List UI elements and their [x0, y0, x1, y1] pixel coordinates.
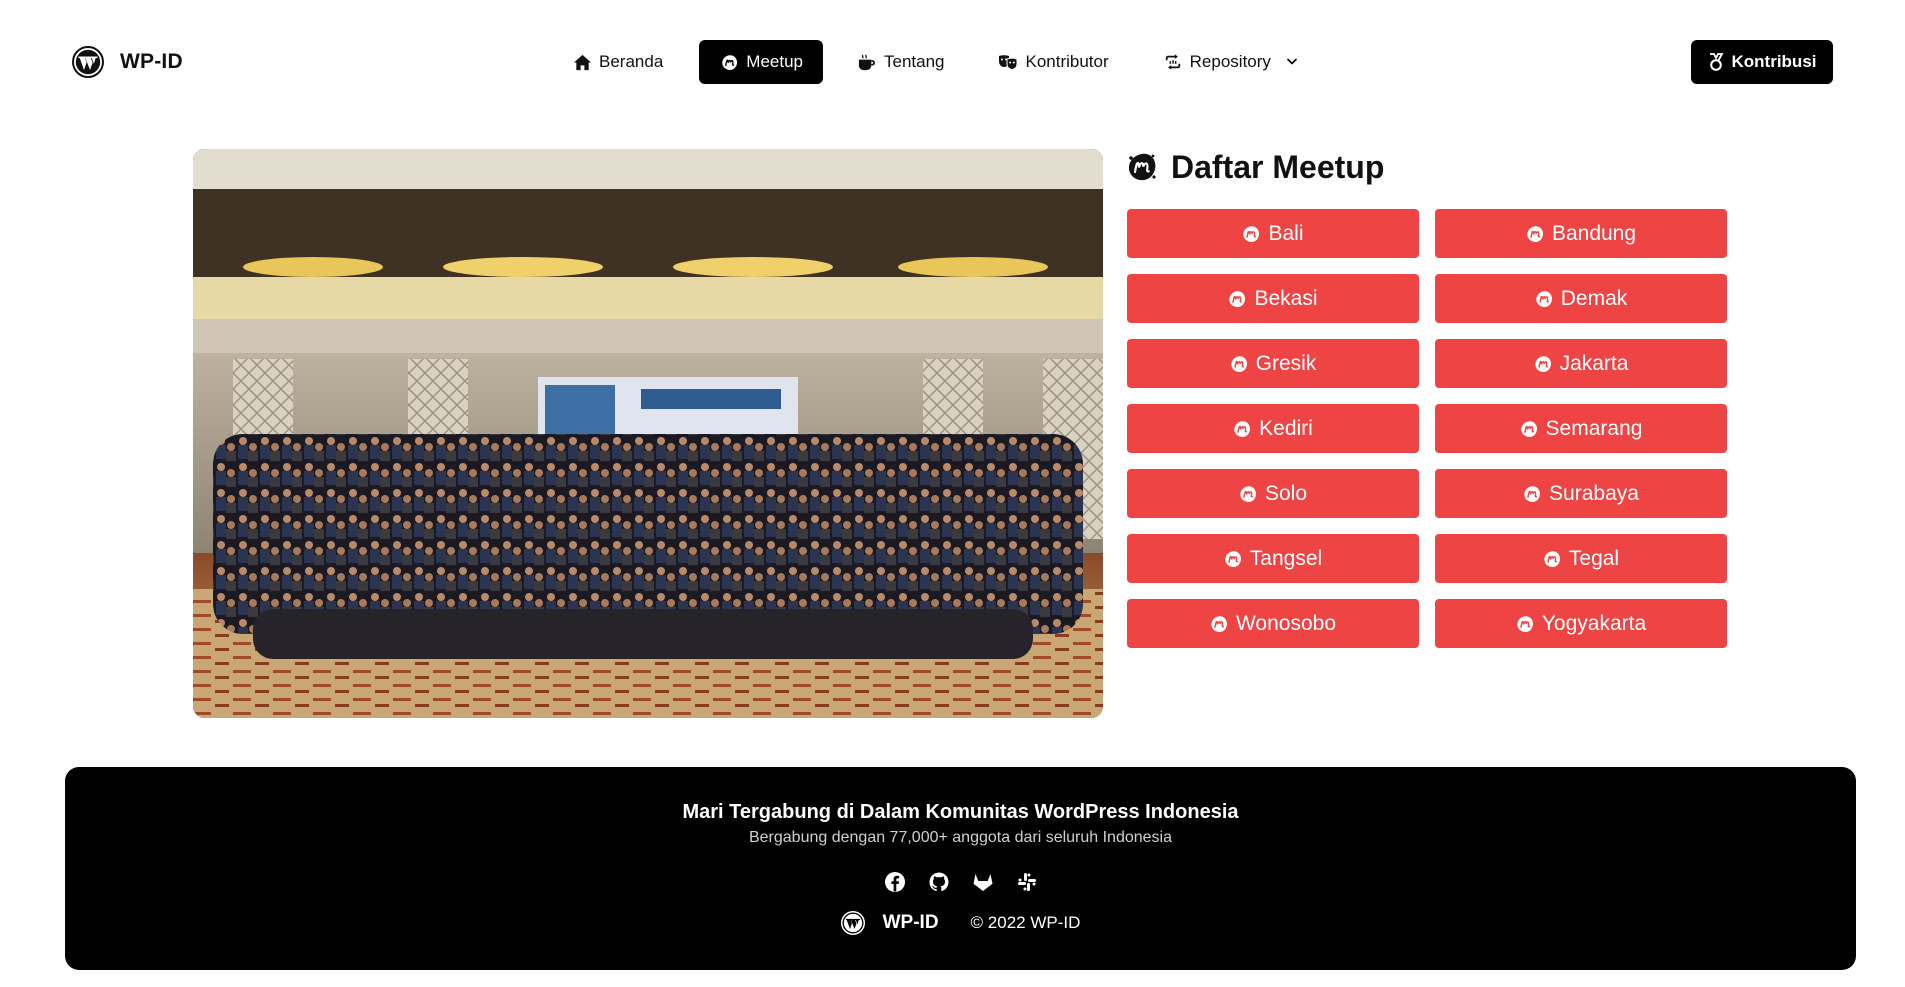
- nav-item-label: Repository: [1189, 52, 1271, 71]
- masks-icon: [998, 52, 1018, 72]
- meetup-button-solo[interactable]: Solo: [1127, 469, 1419, 518]
- city-label: Jakarta: [1559, 351, 1629, 375]
- footer-subtitle: Bergabung dengan 77,000+ anggota dari se…: [748, 829, 1172, 846]
- nav-item-repository[interactable]: Repository: [1143, 40, 1319, 84]
- nav-item-tentang[interactable]: Tentang: [837, 40, 965, 84]
- meetup-list-section: Daftar Meetup Bali Bandung Bekasi Demak …: [1127, 149, 1728, 648]
- header: WP-ID Beranda Meetup Tentang Kontributor…: [0, 0, 1905, 124]
- meetup-button-bali[interactable]: Bali: [1127, 209, 1419, 258]
- meetup-button-bandung[interactable]: Bandung: [1435, 209, 1727, 258]
- wordpress-logo-icon: [72, 46, 104, 78]
- brand-link[interactable]: WP-ID: [72, 46, 183, 78]
- nav-item-label: Beranda: [599, 52, 664, 71]
- kontribusi-label: Kontribusi: [1731, 52, 1817, 71]
- city-label: Kediri: [1259, 416, 1313, 440]
- slack-icon[interactable]: [1016, 871, 1038, 893]
- meetup-button-wonosobo[interactable]: Wonosobo: [1127, 599, 1419, 648]
- meetup-icon: [1228, 290, 1246, 308]
- meetup-icon: [1534, 355, 1552, 373]
- city-label: Gresik: [1255, 351, 1317, 375]
- meetup-button-tangsel[interactable]: Tangsel: [1127, 534, 1419, 583]
- footer-bottom: WP-ID © 2022 WP-ID: [65, 911, 1856, 935]
- meetup-button-semarang[interactable]: Semarang: [1435, 404, 1727, 453]
- meetup-icon: [1224, 550, 1242, 568]
- nav-item-meetup[interactable]: Meetup: [699, 40, 823, 84]
- city-label: Yogyakarta: [1541, 611, 1647, 635]
- meetup-button-yogyakarta[interactable]: Yogyakarta: [1435, 599, 1727, 648]
- repo-icon: [1163, 52, 1183, 72]
- city-label: Wonosobo: [1235, 611, 1337, 635]
- wordpress-logo-icon: [840, 911, 865, 935]
- chevron-down-icon: [1285, 55, 1299, 69]
- meetup-icon: [1239, 485, 1257, 503]
- meetup-button-kediri[interactable]: Kediri: [1127, 404, 1419, 453]
- meetup-icon: [1233, 420, 1251, 438]
- city-label: Tangsel: [1249, 546, 1323, 570]
- nav-item-beranda[interactable]: Beranda: [552, 40, 683, 84]
- meetup-icon: [1526, 225, 1544, 243]
- nav-item-kontributor[interactable]: Kontributor: [978, 40, 1128, 84]
- city-label: Demak: [1560, 286, 1628, 310]
- city-label: Bali: [1268, 221, 1304, 245]
- coffee-icon: [857, 52, 877, 72]
- meetup-button-jakarta[interactable]: Jakarta: [1435, 339, 1727, 388]
- city-label: Surabaya: [1549, 481, 1639, 505]
- meetup-list-title: Daftar Meetup: [1171, 148, 1385, 185]
- meetup-icon: [1520, 420, 1538, 438]
- nav-item-label: Meetup: [746, 52, 803, 71]
- meetup-icon: [1535, 290, 1553, 308]
- footer-brand[interactable]: WP-ID: [883, 912, 939, 934]
- meetup-button-tegal[interactable]: Tegal: [1435, 534, 1727, 583]
- meetup-icon: [1523, 485, 1541, 503]
- city-label: Solo: [1264, 481, 1308, 505]
- gitlab-icon[interactable]: [972, 871, 994, 893]
- city-label: Bandung: [1551, 221, 1637, 245]
- nav-item-label: Tentang: [883, 52, 945, 71]
- meetup-button-bekasi[interactable]: Bekasi: [1127, 274, 1419, 323]
- meetup-list-heading: Daftar Meetup: [1127, 149, 1728, 185]
- meetup-icon: [1210, 615, 1228, 633]
- city-label: Semarang: [1545, 416, 1643, 440]
- main-nav: Beranda Meetup Tentang Kontributor Repos…: [552, 40, 1319, 84]
- kontribusi-button[interactable]: Kontribusi: [1691, 40, 1833, 84]
- footer-title: Mari Tergabung di Dalam Komunitas WordPr…: [682, 801, 1239, 823]
- github-icon[interactable]: [928, 871, 950, 893]
- city-label: Tegal: [1568, 546, 1620, 570]
- medal-icon: [1708, 53, 1724, 71]
- footer: Mari Tergabung di Dalam Komunitas WordPr…: [65, 767, 1856, 970]
- meetup-icon: [1543, 550, 1561, 568]
- meetup-logo-icon: [1127, 152, 1157, 182]
- meetup-icon: [1516, 615, 1534, 633]
- meetup-group-photo: [193, 149, 1103, 718]
- brand-name: WP-ID: [120, 50, 183, 73]
- meetup-city-grid: Bali Bandung Bekasi Demak Gresik Jakarta…: [1127, 209, 1728, 648]
- meetup-icon: [1242, 225, 1260, 243]
- social-links: [65, 871, 1856, 893]
- home-icon: [572, 52, 592, 72]
- meetup-icon: [719, 52, 739, 72]
- meetup-icon: [1230, 355, 1248, 373]
- copyright: © 2022 WP-ID: [970, 913, 1081, 932]
- nav-item-label: Kontributor: [1025, 52, 1109, 71]
- meetup-button-demak[interactable]: Demak: [1435, 274, 1727, 323]
- meetup-button-gresik[interactable]: Gresik: [1127, 339, 1419, 388]
- city-label: Bekasi: [1254, 286, 1318, 310]
- meetup-button-surabaya[interactable]: Surabaya: [1435, 469, 1727, 518]
- facebook-icon[interactable]: [884, 871, 906, 893]
